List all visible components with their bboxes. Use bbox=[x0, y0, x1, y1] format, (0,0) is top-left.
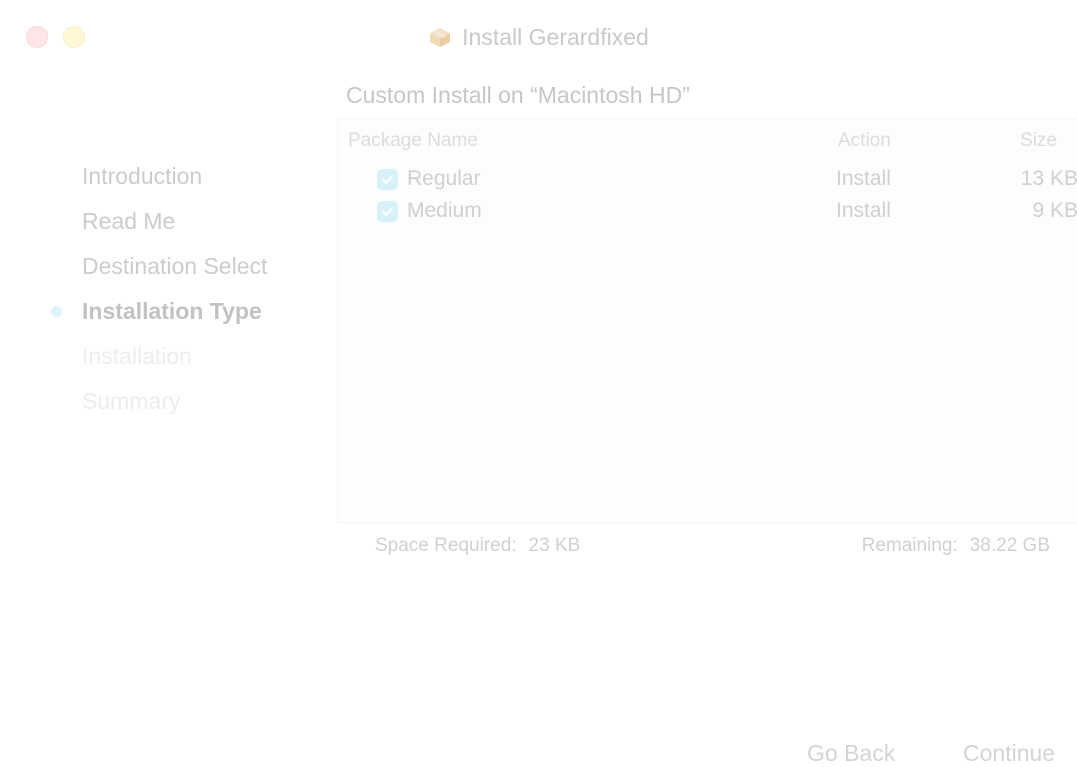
step-summary: Summary bbox=[0, 385, 320, 430]
package-size: 9 KB bbox=[1032, 199, 1077, 222]
space-required-value: 23 KB bbox=[528, 535, 581, 556]
space-required: Space Required: 23 KB bbox=[375, 535, 580, 557]
step-label: Installation Type bbox=[82, 298, 262, 324]
space-remaining-value: 38.22 GB bbox=[969, 535, 1050, 556]
package-name: Regular bbox=[407, 167, 481, 190]
package-checkbox[interactable] bbox=[377, 201, 398, 222]
step-read-me: Read Me bbox=[0, 205, 320, 250]
package-table: Package Name Action Size Regular Install… bbox=[337, 118, 1077, 524]
step-introduction: Introduction bbox=[0, 160, 320, 205]
space-remaining: Remaining: 38.22 GB bbox=[862, 535, 1050, 557]
package-checkbox[interactable] bbox=[377, 169, 398, 190]
step-label: Introduction bbox=[82, 163, 203, 189]
continue-button[interactable]: Continue bbox=[963, 740, 1055, 767]
column-header-package-name[interactable]: Package Name bbox=[348, 130, 478, 152]
checkmark-icon bbox=[382, 175, 393, 184]
column-header-action[interactable]: Action bbox=[838, 130, 891, 152]
table-row[interactable]: Regular Install 13 KB bbox=[338, 165, 1077, 197]
installer-steps-sidebar: Introduction Read Me Destination Select … bbox=[0, 160, 320, 430]
step-label: Installation bbox=[82, 343, 192, 369]
column-header-size[interactable]: Size bbox=[1020, 130, 1057, 152]
table-row[interactable]: Medium Install 9 KB bbox=[338, 197, 1077, 229]
package-action: Install bbox=[836, 199, 891, 222]
checkmark-icon bbox=[382, 207, 393, 216]
package-icon bbox=[428, 25, 452, 49]
package-name: Medium bbox=[407, 199, 482, 222]
step-label: Destination Select bbox=[82, 253, 268, 279]
space-required-label: Space Required: bbox=[375, 535, 517, 556]
package-size: 13 KB bbox=[1020, 167, 1077, 190]
step-installation-type: Installation Type bbox=[0, 295, 320, 340]
step-label: Read Me bbox=[82, 208, 176, 234]
space-remaining-label: Remaining: bbox=[861, 535, 958, 556]
current-step-dot-icon bbox=[51, 306, 62, 317]
window-title-bar: Install Gerardfixed bbox=[0, 22, 1077, 52]
go-back-button[interactable]: Go Back bbox=[807, 740, 895, 767]
window-title: Install Gerardfixed bbox=[462, 24, 649, 50]
step-label: Summary bbox=[82, 388, 181, 414]
step-destination-select: Destination Select bbox=[0, 250, 320, 295]
package-action: Install bbox=[836, 167, 891, 190]
page-title: Custom Install on “Macintosh HD” bbox=[346, 82, 690, 108]
step-installation: Installation bbox=[0, 340, 320, 385]
installer-window: Install Gerardfixed Introduction Read Me… bbox=[0, 0, 1077, 767]
